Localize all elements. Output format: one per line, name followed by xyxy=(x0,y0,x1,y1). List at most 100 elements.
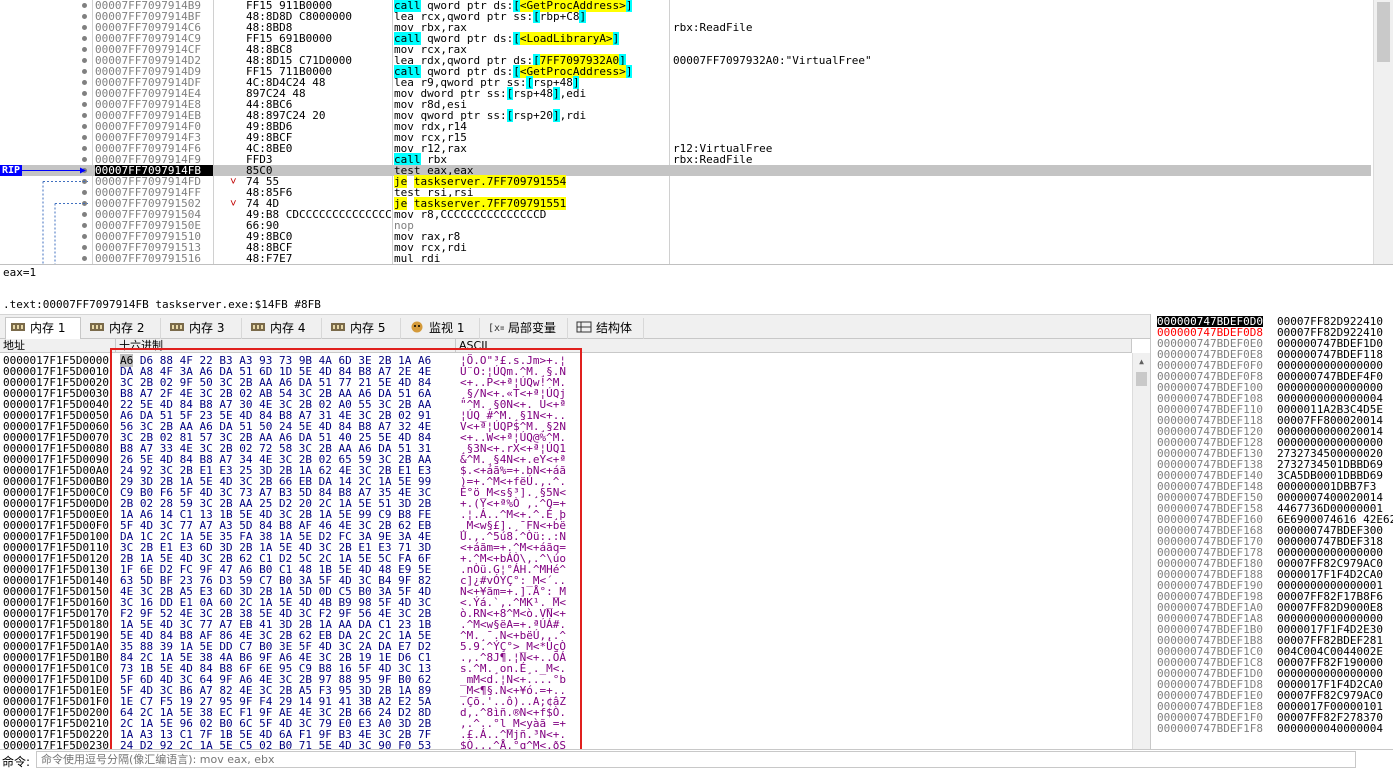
tab-label: 内存 4 xyxy=(270,321,306,335)
instruction-bytes: 48:8BC8 xyxy=(246,44,293,55)
rip-arrow-icon xyxy=(80,167,86,174)
info-panel: eax=1 .text:00007FF7097914FB taskserver.… xyxy=(0,264,1393,314)
dump-scrollbar[interactable]: ▲ xyxy=(1132,353,1150,749)
tab-label: 结构体 xyxy=(596,321,633,335)
memory-icon xyxy=(10,319,26,331)
instruction-bytes: 48:897C24 20 xyxy=(246,110,326,121)
stack-value[interactable]: 0000000040000004 xyxy=(1277,723,1383,734)
instruction-bytes: 48:85F6 xyxy=(246,187,293,198)
instruction-bytes: 66:90 xyxy=(246,220,280,231)
disasm-row[interactable]: 00007FF70979150E 66:90 nop xyxy=(0,220,1371,231)
scroll-up-icon[interactable]: ▲ xyxy=(1133,353,1150,370)
command-input[interactable] xyxy=(36,751,1356,768)
disasm-row[interactable]: 00007FF7097914F9 FFD3 call rbx rbx:ReadFile xyxy=(0,153,1371,166)
tab-label: 监视 1 xyxy=(429,321,465,335)
disasm-row[interactable]: 00007FF7097914B9 FF15 911B0000 call qword … xyxy=(0,0,1371,12)
tab-label: 内存 1 xyxy=(30,321,66,335)
disasm-row[interactable]: 00007FF709791510 49:8BC0 mov rax,r8 xyxy=(0,231,1371,242)
dump-tab-bar: 内存 1 内存 2 内存 3 内存 4 内存 5 监视 1 [x=] 局部变量 结构体 xyxy=(0,314,1150,340)
disasm-row[interactable]: 00007FF7097914FD ˅ 74 55 je taskserver.7FF7… xyxy=(0,175,1371,188)
stack-address[interactable]: 000000747BDEF1F8 xyxy=(1157,723,1263,734)
location-info: .text:00007FF7097914FB taskserver.exe:$1… xyxy=(3,298,321,311)
tab-memory-4[interactable]: 内存 4 xyxy=(246,318,322,339)
svg-text:[x=]: [x=] xyxy=(488,323,504,333)
memory-icon xyxy=(169,319,185,331)
locals-icon: [x=] xyxy=(488,319,512,334)
disasm-row[interactable]: 00007FF7097914C9 FF15 691B0000 call qword … xyxy=(0,32,1371,45)
memory-dump[interactable]: 地址 十六进制 ASCII 0000017F1F5D0000 A6 D6 88 4… xyxy=(0,339,1150,749)
disasm-row[interactable]: 00007FF7097914D2 48:8D15 C71D0000 lea rdx,… xyxy=(0,54,1371,67)
register-info: eax=1 xyxy=(3,266,37,279)
tab-label: 内存 5 xyxy=(350,321,386,335)
stack-view[interactable]: 000000747BDEF0D0 00007FF82D922410 00000074… xyxy=(1150,314,1393,749)
disasm-row[interactable]: 00007FF7097914EB 48:897C24 20 mov qword pt… xyxy=(0,109,1371,122)
tab-memory-1[interactable]: 内存 1 xyxy=(5,317,81,340)
disasm-row[interactable]: 00007FF7097914D9 FF15 711B0000 call qword … xyxy=(0,65,1371,78)
instruction-bytes: 49:B8 CDCCCCCCCCCCCCCC xyxy=(246,209,392,220)
instruction-comment: 00007FF7097932A0:"VirtualFree" xyxy=(673,54,872,67)
tab-memory-2[interactable]: 内存 2 xyxy=(85,318,161,339)
watch-icon xyxy=(409,319,425,333)
disasm-row[interactable]: 00007FF709791513 48:8BCF mov rcx,rdi xyxy=(0,242,1371,253)
address-column-header[interactable]: 地址 xyxy=(0,339,116,353)
instruction-bytes: FF15 911B0000 xyxy=(246,0,333,11)
instruction-bytes: FFD3 xyxy=(246,154,273,165)
instruction-bytes: FF15 711B0000 xyxy=(246,66,333,77)
stack-row[interactable]: 000000747BDEF1F8 0000000040000004 xyxy=(1155,723,1393,734)
dump-address[interactable]: 0000017F1F5D0230 xyxy=(3,740,109,749)
tab-memory-5[interactable]: 内存 5 xyxy=(326,318,401,339)
disasm-row[interactable]: 00007FF7097914FF 48:85F6 test rsi,rsi xyxy=(0,187,1371,198)
jump-direction-icon: ˅ xyxy=(230,175,237,188)
instruction-comment: rbx:ReadFile xyxy=(673,153,753,166)
instruction-bytes: 49:8BCF xyxy=(246,132,293,143)
memory-icon xyxy=(330,319,346,331)
instruction-bytes: 48:8BD8 xyxy=(246,22,293,33)
instruction-bytes: 74 55 xyxy=(246,176,280,187)
disasm-row[interactable]: 00007FF7097914E4 897C24 48 mov dword ptr s… xyxy=(0,87,1371,100)
tab-struct-8[interactable]: 结构体 xyxy=(572,318,644,339)
disassembly-view[interactable]: 00007FF7097914B9 FF15 911B0000 call qword … xyxy=(0,0,1393,264)
disasm-row[interactable]: 00007FF709791502 ˅ 74 4D je taskserver.7FF7… xyxy=(0,197,1371,210)
scrollbar-thumb[interactable] xyxy=(1136,372,1147,386)
tab-label: 局部变量 xyxy=(508,321,557,335)
command-label: 命令: xyxy=(2,755,31,769)
instruction-bytes: 48:F7E7 xyxy=(246,253,293,264)
hex-column-header[interactable]: 十六进制 xyxy=(116,339,456,353)
dump-ascii[interactable]: $Ò.,.^Å.°q^M<.ðS xyxy=(460,740,566,749)
disasm-row[interactable]: 00007FF7097914C6 48:8BD8 mov rbx,rax rbx:Re… xyxy=(0,22,1371,33)
ascii-column-header[interactable]: ASCII xyxy=(456,339,1132,353)
command-bar: 命令: xyxy=(0,749,1393,769)
dump-row[interactable]: 0000017F1F5D0230 24 D2 92 2C 1A 5E C5 02 … xyxy=(0,740,1132,749)
scrollbar-thumb[interactable] xyxy=(1377,2,1390,62)
instruction-comment: rbx:ReadFile xyxy=(673,21,753,34)
struct-icon xyxy=(576,319,592,333)
disasm-row[interactable]: 00007FF7097914DF 4C:8D4C24 48 lea r9,qword… xyxy=(0,76,1371,89)
disasm-row[interactable]: 00007FF7097914F0 49:8BD6 mov rdx,r14 xyxy=(0,121,1371,132)
instruction-bytes: 4C:8D4C24 48 xyxy=(246,77,326,88)
instruction-address[interactable]: 00007FF709791516 xyxy=(95,253,213,264)
instruction-bytes: FF15 691B0000 xyxy=(246,33,333,44)
disasm-row[interactable]: 00007FF7097914E8 44:8BC6 mov r8d,esi xyxy=(0,99,1371,110)
tab-memory-3[interactable]: 内存 3 xyxy=(165,318,242,339)
disasm-row[interactable]: 00007FF709791516 48:F7E7 mul rdi xyxy=(0,253,1371,264)
disasm-row[interactable]: 00007FF7097914FB 85C0 test eax,eax xyxy=(0,165,1371,176)
instruction-text[interactable]: mul rdi xyxy=(394,253,669,264)
disasm-scrollbar[interactable] xyxy=(1373,0,1393,264)
instruction-bytes: 48:8D8D C8000000 xyxy=(246,11,352,22)
instruction-bytes: 48:8BCF xyxy=(246,242,293,253)
dump-hex-bytes[interactable]: 24 D2 92 2C 1A 5E C5 02 B0 71 5E 4D 3C 9… xyxy=(120,740,431,749)
tab-label: 内存 2 xyxy=(109,321,145,335)
tab-watch-6[interactable]: 监视 1 xyxy=(405,318,480,339)
instruction-bytes: 897C24 48 xyxy=(246,88,306,99)
instruction-text[interactable]: mov r8,CCCCCCCCCCCCCCCD xyxy=(394,209,669,220)
tab-label: 内存 3 xyxy=(189,321,225,335)
jump-arrows xyxy=(22,167,88,264)
instruction-bytes: 48:8D15 C71D0000 xyxy=(246,55,352,66)
instruction-bytes: 49:8BC0 xyxy=(246,231,293,242)
instruction-bytes: 74 4D xyxy=(246,198,280,209)
memory-icon xyxy=(250,319,266,331)
instruction-bytes: 85C0 xyxy=(246,165,273,176)
disasm-row[interactable]: 00007FF709791504 49:B8 CDCCCCCCCCCCCCCC mo… xyxy=(0,209,1371,220)
tab-locals-7[interactable]: [x=] 局部变量 xyxy=(484,318,568,339)
instruction-bytes: 4C:8BE0 xyxy=(246,143,293,154)
